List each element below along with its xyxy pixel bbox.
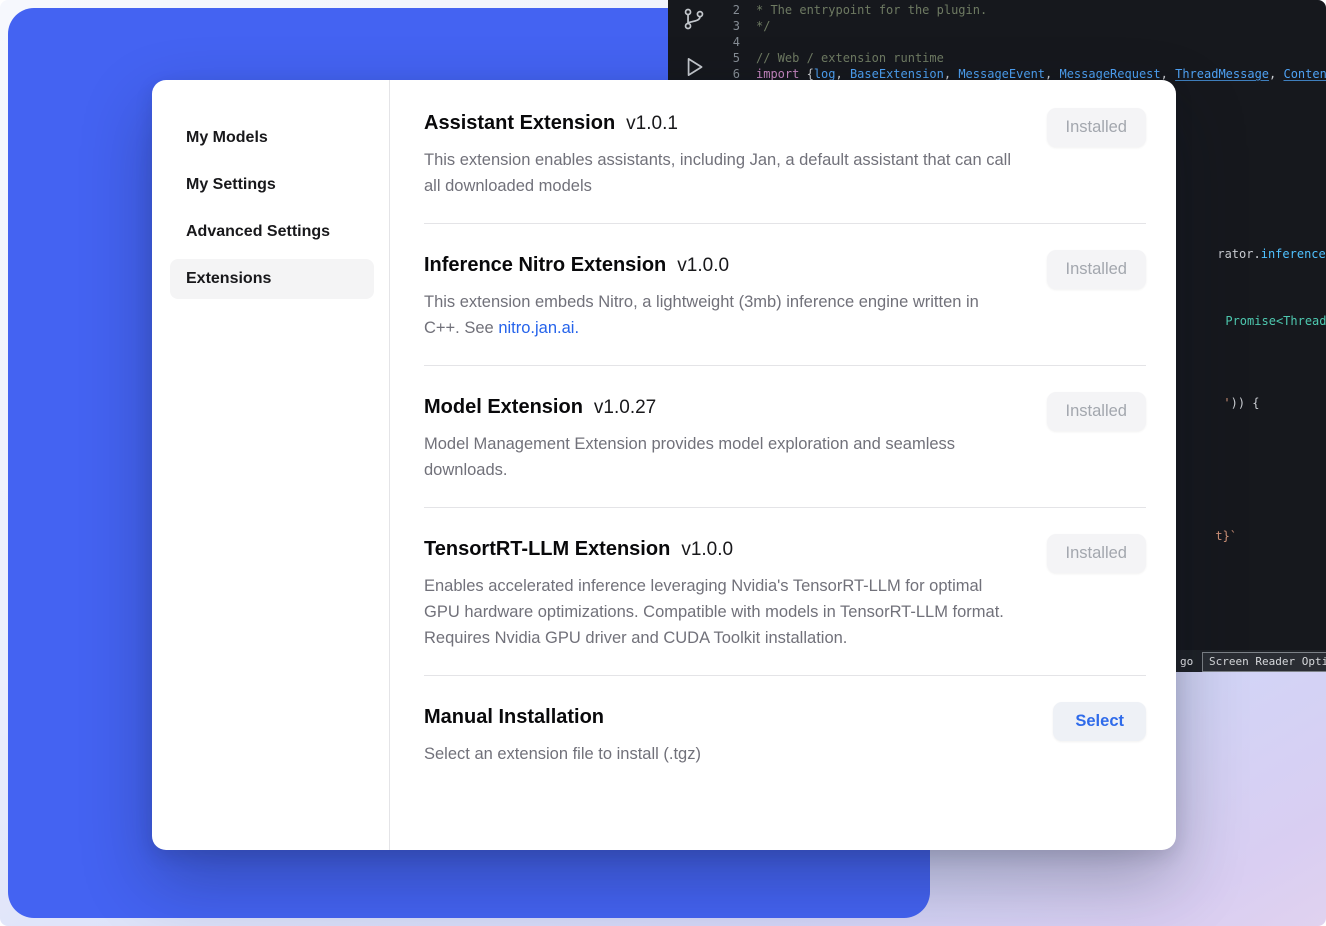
page: 2 * The entrypoint for the plugin. 3 */ … [0, 0, 1326, 926]
sidebar-item-advanced-settings[interactable]: Advanced Settings [170, 212, 374, 252]
sidebar-item-extensions[interactable]: Extensions [170, 259, 374, 299]
code-token: * The entrypoint for the plugin. [756, 2, 987, 18]
code-fragment: rator.inference(data)); [1174, 230, 1326, 278]
code-token: , [1269, 66, 1283, 82]
git-branch-icon [681, 6, 707, 32]
select-button[interactable]: Select [1053, 702, 1146, 741]
manual-installation-row: Manual Installation Select an extension … [424, 675, 1146, 791]
extension-row-assistant: Assistant Extension v1.0.1 This extensio… [424, 84, 1146, 223]
code-fragment: t}` [1172, 512, 1237, 560]
extension-title-row: Assistant Extension v1.0.1 [424, 112, 1146, 135]
code-token: */ [756, 18, 770, 34]
code-token: ThreadMessage [1175, 66, 1269, 82]
extension-version: v1.0.0 [681, 539, 733, 561]
extension-row-model: Model Extension v1.0.27 Model Management… [424, 365, 1146, 507]
extension-title: TensortRT-LLM Extension [424, 538, 670, 561]
extension-row-inference-nitro: Inference Nitro Extension v1.0.0 This ex… [424, 223, 1146, 365]
installed-button[interactable]: Installed [1047, 392, 1146, 431]
code-token: // Web / extension runtime [756, 50, 944, 66]
extension-version: v1.0.27 [594, 397, 656, 419]
extension-title-row: TensortRT-LLM Extension v1.0.0 [424, 538, 1146, 561]
extension-title-row: Manual Installation [424, 706, 1146, 729]
extension-description: Model Management Extension provides mode… [424, 431, 1014, 483]
extension-version: v1.0.0 [677, 255, 729, 277]
code-fragment: Promise<ThreadMessage> [1182, 297, 1326, 345]
extension-title-row: Inference Nitro Extension v1.0.0 [424, 254, 1146, 277]
settings-modal: My Models My Settings Advanced Settings … [152, 80, 1176, 850]
extension-title-row: Model Extension v1.0.27 [424, 396, 1146, 419]
installed-button[interactable]: Installed [1047, 108, 1146, 147]
extension-title: Inference Nitro Extension [424, 254, 666, 277]
screen-reader-badge: Screen Reader Optimize [1202, 652, 1326, 672]
extension-row-tensorrt-llm: TensortRT-LLM Extension v1.0.0 Enables a… [424, 507, 1146, 675]
sidebar-item-my-models[interactable]: My Models [170, 118, 374, 158]
nitro-jan-ai-link[interactable]: nitro.jan.ai. [498, 319, 579, 337]
code-line: 2 * The entrypoint for the plugin. [714, 2, 1326, 18]
extension-title: Model Extension [424, 396, 583, 419]
code-token: ContentType [1283, 66, 1326, 82]
sidebar-item-my-settings[interactable]: My Settings [170, 165, 374, 205]
code-line: 4 [714, 34, 1326, 50]
extension-description: This extension enables assistants, inclu… [424, 147, 1014, 199]
extension-description: Enables accelerated inference leveraging… [424, 573, 1014, 651]
installed-button[interactable]: Installed [1047, 250, 1146, 289]
code-fragment: ')) { [1180, 379, 1260, 427]
status-text: go [1180, 654, 1193, 670]
manual-installation-description: Select an extension file to install (.tg… [424, 741, 1014, 767]
extensions-list: Assistant Extension v1.0.1 This extensio… [390, 80, 1176, 850]
settings-sidebar: My Models My Settings Advanced Settings … [152, 80, 390, 850]
run-icon [681, 54, 707, 80]
extension-title: Assistant Extension [424, 112, 615, 135]
code-line: 5 // Web / extension runtime [714, 50, 1326, 66]
editor-activity-bar [674, 6, 714, 80]
extension-description: This extension embeds Nitro, a lightweig… [424, 289, 1014, 341]
manual-installation-title: Manual Installation [424, 706, 604, 729]
installed-button[interactable]: Installed [1047, 534, 1146, 573]
code-lines: 2 * The entrypoint for the plugin. 3 */ … [714, 2, 1326, 82]
extension-version: v1.0.1 [626, 113, 678, 135]
code-line: 3 */ [714, 18, 1326, 34]
